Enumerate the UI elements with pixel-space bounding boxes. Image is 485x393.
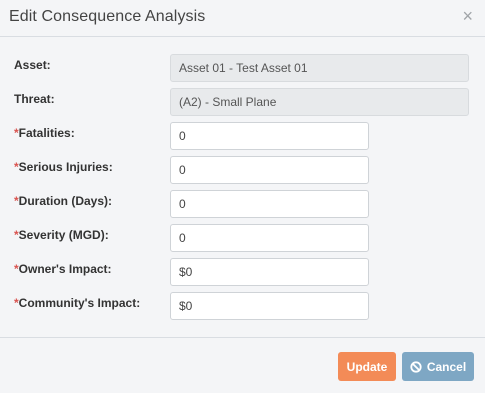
severity-label: *Severity (MGD):: [14, 228, 109, 242]
cancel-button-label: Cancel: [426, 359, 467, 374]
ban-icon: [410, 360, 422, 373]
dialog-header: Edit Consequence Analysis ×: [0, 0, 485, 37]
severity-row: *Severity (MGD):: [0, 224, 485, 254]
owners-impact-input[interactable]: [170, 258, 369, 286]
owners-impact-label-text: Owner's Impact:: [18, 262, 112, 276]
community-impact-label-text: Community's Impact:: [18, 296, 141, 310]
dialog-footer: Update Cancel: [0, 337, 485, 393]
serious-injuries-label: *Serious Injuries:: [14, 160, 113, 174]
community-impact-label: *Community's Impact:: [14, 296, 140, 310]
serious-injuries-input[interactable]: [170, 156, 369, 184]
community-impact-row: *Community's Impact:: [0, 292, 485, 322]
update-button[interactable]: Update: [338, 352, 396, 381]
duration-input[interactable]: [170, 190, 369, 218]
dialog-title: Edit Consequence Analysis: [9, 8, 206, 25]
fatalities-label-text: Fatalities:: [18, 126, 75, 140]
asset-row: Asset: Asset 01 - Test Asset 01: [0, 54, 485, 84]
edit-consequence-dialog: Edit Consequence Analysis × Asset: Asset…: [0, 0, 485, 393]
community-impact-input[interactable]: [170, 292, 369, 320]
fatalities-row: *Fatalities:: [0, 122, 485, 152]
serious-injuries-label-text: Serious Injuries:: [18, 160, 113, 174]
duration-row: *Duration (Days):: [0, 190, 485, 220]
threat-label: Threat:: [14, 92, 55, 106]
threat-row: Threat: (A2) - Small Plane: [0, 88, 485, 118]
owners-impact-row: *Owner's Impact:: [0, 258, 485, 288]
asset-field: Asset 01 - Test Asset 01: [170, 54, 469, 82]
severity-label-text: Severity (MGD):: [18, 228, 109, 242]
owners-impact-label: *Owner's Impact:: [14, 262, 112, 276]
asset-label: Asset:: [14, 58, 51, 72]
fatalities-input[interactable]: [170, 122, 369, 150]
duration-label: *Duration (Days):: [14, 194, 112, 208]
cancel-button[interactable]: Cancel: [402, 352, 474, 381]
severity-input[interactable]: [170, 224, 369, 252]
close-icon[interactable]: ×: [462, 7, 473, 25]
threat-field: (A2) - Small Plane: [170, 88, 469, 116]
serious-injuries-row: *Serious Injuries:: [0, 156, 485, 186]
fatalities-label: *Fatalities:: [14, 126, 75, 140]
duration-label-text: Duration (Days):: [18, 194, 113, 208]
